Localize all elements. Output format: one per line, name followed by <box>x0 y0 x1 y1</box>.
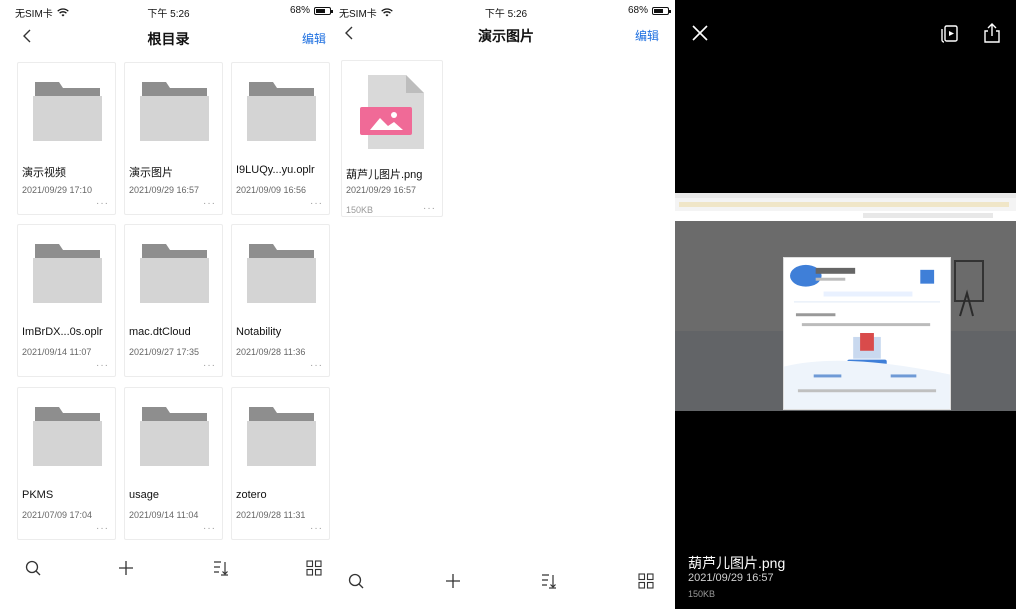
battery-icon <box>652 6 671 15</box>
more-icon[interactable]: ··· <box>203 361 216 371</box>
folder-name: I9LUQy...yu.oplr <box>236 164 315 176</box>
page-title: 根目录 <box>147 31 190 47</box>
folder-card[interactable]: 演示视频 2021/09/29 17:10 ··· <box>17 62 116 215</box>
grid-icon[interactable] <box>305 559 323 577</box>
more-icon[interactable]: ··· <box>310 199 323 209</box>
folder-name: zotero <box>236 489 267 501</box>
folder-icon <box>33 244 102 303</box>
folder-icon <box>247 407 316 466</box>
folder-date: 2021/09/09 16:56 <box>236 185 307 195</box>
viewer-file-date: 2021/09/29 16:57 <box>688 572 774 584</box>
sort-icon[interactable] <box>540 572 558 590</box>
more-icon[interactable]: ··· <box>310 361 323 371</box>
folder-name: usage <box>129 489 159 501</box>
folder-card[interactable]: 演示图片 2021/09/29 16:57 ··· <box>124 62 223 215</box>
edit-button[interactable]: 编辑 <box>302 30 326 47</box>
more-icon[interactable]: ··· <box>96 524 109 534</box>
folder-name: Notability <box>236 326 282 338</box>
folder-icon <box>33 82 102 141</box>
battery-percent: 68% <box>627 5 648 16</box>
folder-date: 2021/09/28 11:36 <box>236 347 306 357</box>
folder-card[interactable]: ImBrDX...0s.oplr 2021/09/14 11:07 ··· <box>17 224 116 377</box>
edit-button[interactable]: 编辑 <box>635 27 659 44</box>
sort-icon[interactable] <box>212 559 230 577</box>
search-icon[interactable] <box>24 559 42 577</box>
plus-icon[interactable] <box>117 559 135 577</box>
more-icon[interactable]: ··· <box>310 524 323 534</box>
image-viewer-screen: 葫芦儿图片.png 2021/09/29 16:57 150KB <box>675 0 1016 609</box>
status-bar: 无SIM卡 下午 5:26 68% <box>0 0 337 22</box>
folder-date: 2021/09/14 11:04 <box>129 510 199 520</box>
folder-date: 2021/09/28 11:31 <box>236 510 306 520</box>
nav-bar: 根目录 编辑 <box>0 22 337 52</box>
slideshow-icon[interactable] <box>939 22 961 44</box>
folder-card[interactable]: Notability 2021/09/28 11:36 ··· <box>231 224 330 377</box>
plus-icon[interactable] <box>444 572 462 590</box>
status-time: 下午 5:26 <box>484 9 528 20</box>
battery-icon <box>314 6 333 15</box>
folder-name: 演示视频 <box>22 167 66 179</box>
folder-date: 2021/07/09 17:04 <box>22 510 93 520</box>
close-icon[interactable] <box>689 22 711 44</box>
folder-icon <box>247 244 316 303</box>
page-title: 演示图片 <box>478 28 534 44</box>
more-icon[interactable]: ··· <box>423 204 436 214</box>
file-name: 葫芦儿图片.png <box>346 169 423 181</box>
folder-name: PKMS <box>22 489 54 501</box>
folder-name: ImBrDX...0s.oplr <box>22 326 103 338</box>
folder-date: 2021/09/14 11:07 <box>22 347 92 357</box>
viewer-file-size: 150KB <box>688 589 716 599</box>
folder-icon <box>247 82 316 141</box>
folder-date: 2021/09/29 16:57 <box>129 185 200 195</box>
more-icon[interactable]: ··· <box>203 524 216 534</box>
folder-card[interactable]: PKMS 2021/07/09 17:04 ··· <box>17 387 116 540</box>
folder-card[interactable]: zotero 2021/09/28 11:31 ··· <box>231 387 330 540</box>
folder-icon <box>33 407 102 466</box>
battery-percent: 68% <box>289 5 310 16</box>
image-file-icon <box>360 75 424 149</box>
nav-bar: 演示图片 编辑 <box>337 19 675 49</box>
file-size: 150KB <box>346 205 374 215</box>
grid-icon[interactable] <box>637 572 655 590</box>
more-icon[interactable]: ··· <box>96 361 109 371</box>
more-icon[interactable]: ··· <box>203 199 216 209</box>
folder-card[interactable]: usage 2021/09/14 11:04 ··· <box>124 387 223 540</box>
folder-date: 2021/09/27 17:35 <box>129 347 200 357</box>
promo-dialog-graphic <box>783 257 951 410</box>
folder-card[interactable]: mac.dtCloud 2021/09/27 17:35 ··· <box>124 224 223 377</box>
folder-date: 2021/09/29 17:10 <box>22 185 93 195</box>
status-time: 下午 5:26 <box>147 9 190 20</box>
share-icon[interactable] <box>981 22 1003 44</box>
viewer-file-name: 葫芦儿图片.png <box>688 555 786 571</box>
folder-name: mac.dtCloud <box>129 326 191 338</box>
demo-images-screen: 无SIM卡 下午 5:26 68% 演示图片 编辑 葫芦儿图片.png 2021… <box>337 0 675 609</box>
root-directory-screen: 无SIM卡 下午 5:26 68% 根目录 编辑 演示视频 2021/09/29… <box>0 0 337 609</box>
image-file-card[interactable]: 葫芦儿图片.png 2021/09/29 16:57 150KB ··· <box>341 60 443 217</box>
folder-icon <box>140 407 209 466</box>
folder-icon <box>140 244 209 303</box>
browser-toolbar-graphic <box>675 193 1016 221</box>
folder-icon <box>140 82 209 141</box>
search-icon[interactable] <box>347 572 365 590</box>
folder-card[interactable]: I9LUQy...yu.oplr 2021/09/09 16:56 ··· <box>231 62 330 215</box>
image-preview[interactable] <box>675 193 1016 411</box>
folder-name: 演示图片 <box>129 167 173 179</box>
more-icon[interactable]: ··· <box>96 199 109 209</box>
file-date: 2021/09/29 16:57 <box>346 185 417 195</box>
